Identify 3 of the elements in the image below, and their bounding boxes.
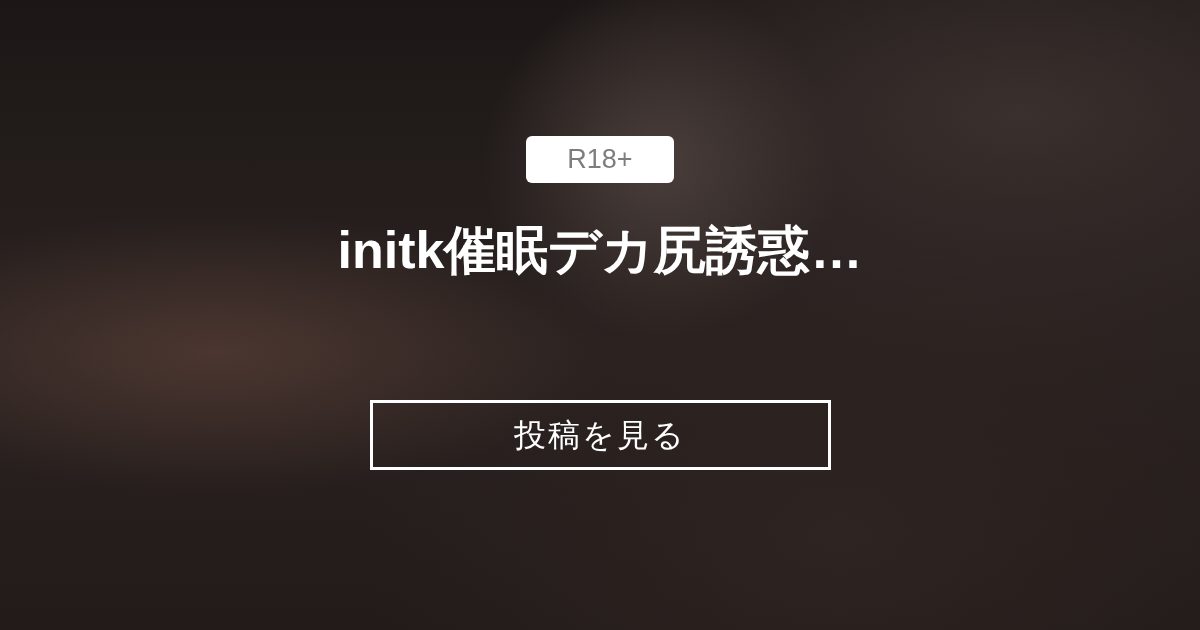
view-post-button[interactable]: 投稿を見る [369, 400, 831, 470]
age-rating-badge: R18+ [526, 136, 674, 183]
post-title: initk催眠デカ尻誘惑… [337, 220, 863, 280]
